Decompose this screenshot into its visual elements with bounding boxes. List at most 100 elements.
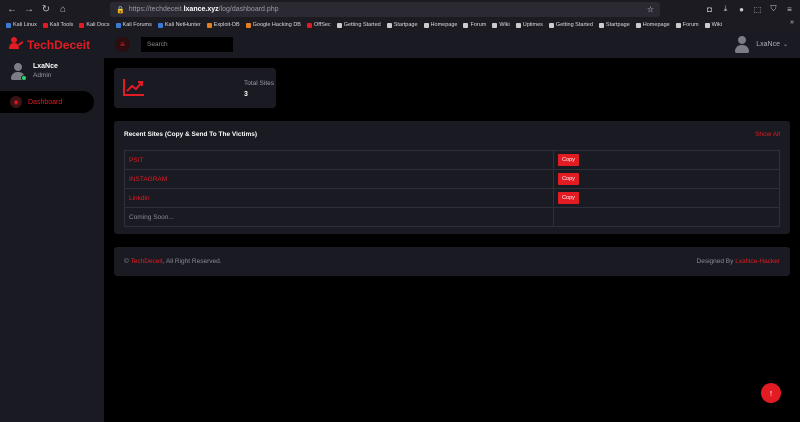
shield-icon[interactable]: ⛉ [767, 2, 780, 16]
stat-value: 3 [244, 91, 248, 98]
user-dropdown[interactable]: LxaNce ⌄ [735, 36, 788, 53]
forward-icon[interactable]: → [21, 2, 37, 18]
table-row: PSIT Copy [124, 150, 780, 170]
bookmarks-overflow-icon[interactable]: » [790, 19, 794, 26]
show-all-link[interactable]: Show All [755, 131, 780, 138]
bookmark-item[interactable]: Exploit-DB [206, 22, 240, 28]
sidebar-item-dashboard[interactable]: ◉ Dashboard [0, 91, 94, 113]
url-path: /log/dashboard.php [218, 6, 279, 13]
bookmark-item[interactable]: Homepage [423, 22, 457, 28]
recent-sites-card: Recent Sites (Copy & Send To The Victims… [114, 121, 790, 234]
reload-icon[interactable]: ↻ [38, 2, 54, 18]
back-icon[interactable]: ← [4, 2, 20, 18]
avatar [735, 36, 750, 53]
bookmark-icon [157, 22, 163, 28]
bookmark-icon [336, 22, 342, 28]
designer-credit: Designed By LxaNce-Hacker [696, 258, 780, 265]
arrow-up-icon: ↑ [768, 388, 774, 398]
user-secret-icon [9, 37, 23, 52]
bookmark-icon [306, 22, 312, 28]
bookmark-icon [635, 22, 641, 28]
copy-button[interactable]: Copy [558, 173, 579, 185]
sidebar-item-label: Dashboard [28, 98, 63, 106]
chart-line-icon [123, 79, 144, 96]
sites-table: PSIT Copy INSTAGRAM Copy Linkdin Copy Coming S… [124, 150, 780, 227]
site-name[interactable]: INSTAGRAM [124, 169, 554, 189]
stat-label: Total Sites [244, 80, 274, 87]
copy-cell [553, 207, 780, 227]
bookmark-item[interactable]: Uptimes [515, 22, 543, 28]
hamburger-icon: ≡ [120, 40, 125, 49]
browser-tools: ◘ ⤓ ● ⬚ ⛉ ≡ [703, 2, 796, 16]
online-status-dot [21, 75, 27, 81]
bookmark-item[interactable]: Kali NetHunter [157, 22, 201, 28]
bookmark-icon [115, 22, 121, 28]
browser-toolbar: ← → ↻ ⌂ 🔒 https://techdeceit. lxance.xyz /… [0, 0, 800, 19]
back-to-top-button[interactable]: ↑ [761, 383, 781, 403]
bookmark-item[interactable]: Getting Started [336, 22, 381, 28]
bookmark-icon [79, 22, 85, 28]
copy-cell: Copy [553, 150, 780, 170]
bookmark-item[interactable]: Forum [463, 22, 486, 28]
extensions-icon[interactable]: ⬚ [751, 2, 764, 16]
bookmark-item[interactable]: Forum [675, 22, 699, 28]
bookmark-icon [704, 22, 710, 28]
bookmark-icon [492, 22, 498, 28]
bookmark-item[interactable]: Google Hacking DB [245, 22, 301, 28]
footer-author-link[interactable]: LxaNce-Hacker [735, 258, 780, 265]
sidebar: TechDeceit LxaNce Admin ◉ Dashboard [0, 31, 104, 422]
url-prefix: https://techdeceit. [128, 6, 184, 13]
bookmark-item[interactable]: Kali Docs [79, 22, 110, 28]
bookmark-item[interactable]: Kali Tools [42, 22, 73, 28]
footer-brand-link[interactable]: TechDeceit [130, 258, 162, 265]
copy-button[interactable]: Copy [558, 154, 579, 166]
bookmark-icon [42, 22, 48, 28]
home-icon[interactable]: ⌂ [55, 2, 71, 18]
download-icon[interactable]: ⤓ [719, 2, 732, 16]
top-user-name: LxaNce [756, 41, 780, 48]
search-input[interactable] [141, 37, 233, 52]
account-icon[interactable]: ● [735, 2, 748, 16]
bookmark-item[interactable]: Getting Started [548, 22, 593, 28]
main-content: Total Sites 3 Recent Sites (Copy & Send … [104, 58, 800, 422]
copyright-text: © TechDeceit, All Right Reserved. [124, 258, 222, 265]
menu-icon[interactable]: ≡ [783, 2, 796, 16]
bookmark-item[interactable]: Wiki [704, 22, 722, 28]
bookmark-item[interactable]: OffSec [306, 22, 331, 28]
bookmark-icon [515, 22, 521, 28]
bookmark-star-icon[interactable]: ☆ [647, 5, 654, 14]
table-row: Coming Soon... [124, 207, 780, 227]
copy-cell: Copy [553, 188, 780, 208]
bookmark-icon [548, 22, 554, 28]
sidebar-toggle-button[interactable]: ≡ [115, 37, 130, 52]
bookmark-item[interactable]: Kali Forums [115, 22, 152, 28]
site-name[interactable]: Linkdin [124, 188, 554, 208]
section-title: Recent Sites (Copy & Send To The Victims… [124, 131, 258, 138]
site-name: Coming Soon... [124, 207, 554, 227]
dashboard-icon: ◉ [10, 96, 22, 108]
bookmark-item[interactable]: Startpage [386, 22, 418, 28]
total-sites-card: Total Sites 3 [114, 68, 276, 108]
avatar [10, 63, 27, 81]
copy-button[interactable]: Copy [558, 192, 579, 204]
bookmark-item[interactable]: Kali Linux [6, 22, 37, 28]
copy-cell: Copy [553, 169, 780, 189]
user-name: LxaNce [33, 63, 58, 70]
bookmark-item[interactable]: Homepage [635, 22, 670, 28]
url-domain: lxance.xyz [183, 6, 219, 13]
bookmark-icon [6, 22, 11, 28]
bookmark-item[interactable]: Wiki [492, 22, 510, 28]
bookmark-icon [386, 22, 392, 28]
site-name[interactable]: PSIT [124, 150, 554, 170]
user-profile: LxaNce Admin [0, 58, 104, 89]
table-row: Linkdin Copy [124, 188, 780, 208]
top-navbar: ≡ LxaNce ⌄ [104, 31, 800, 58]
url-bar[interactable]: 🔒 https://techdeceit. lxance.xyz/log/dash… [110, 2, 660, 17]
table-row: INSTAGRAM Copy [124, 169, 780, 189]
brand[interactable]: TechDeceit [0, 31, 104, 58]
bookmark-icon [245, 22, 251, 28]
bookmark-icon [423, 22, 429, 28]
footer: © TechDeceit, All Right Reserved. Design… [114, 247, 790, 276]
bookmark-item[interactable]: Startpage [598, 22, 630, 28]
pocket-icon[interactable]: ◘ [703, 2, 716, 16]
